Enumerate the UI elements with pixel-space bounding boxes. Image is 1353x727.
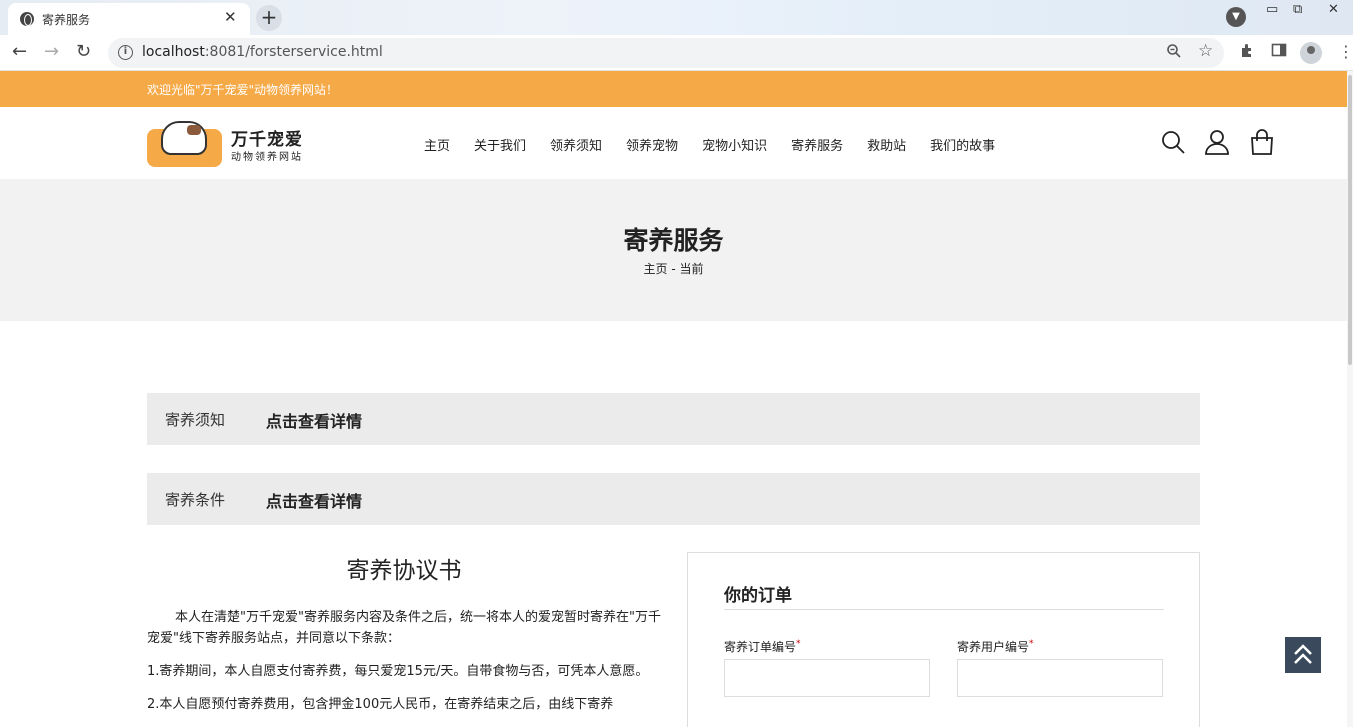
nav-about[interactable]: 关于我们	[474, 135, 526, 154]
back-icon[interactable]: ←	[12, 41, 27, 62]
site-logo[interactable]: 万千宠爱 动物领养网站	[147, 119, 319, 167]
foster-order-id-input[interactable]	[724, 659, 930, 697]
search-icon[interactable]	[1160, 129, 1186, 155]
back-to-top-button[interactable]	[1285, 637, 1321, 673]
nav-pet-tips[interactable]: 宠物小知识	[702, 135, 767, 154]
profile-avatar[interactable]	[1300, 42, 1322, 64]
main-nav: 主页 关于我们 领养须知 领养宠物 宠物小知识 寄养服务 救助站 我们的故事	[424, 135, 1019, 154]
order-form: 你的订单 寄养订单编号* 寄养用户编号*	[687, 552, 1200, 727]
nav-our-story[interactable]: 我们的故事	[930, 135, 995, 154]
nav-adopt-pets[interactable]: 领养宠物	[626, 135, 678, 154]
nav-foster-service[interactable]: 寄养服务	[791, 135, 843, 154]
nav-home[interactable]: 主页	[424, 135, 450, 154]
tab-search-icon[interactable]: ▼	[1226, 7, 1246, 27]
accordion-label: 寄养条件	[165, 491, 226, 509]
minimize-icon[interactable]: ▭	[1266, 2, 1278, 17]
side-panel-icon[interactable]	[1271, 42, 1287, 62]
shopping-bag-icon[interactable]	[1249, 129, 1275, 155]
accordion-foster-notice[interactable]: 寄养须知 点击查看详情	[147, 393, 1200, 445]
reload-icon[interactable]: ↻	[76, 41, 91, 62]
extensions-icon[interactable]	[1239, 42, 1255, 62]
breadcrumb-home[interactable]: 主页	[643, 262, 667, 276]
accordion-foster-conditions[interactable]: 寄养条件 点击查看详情	[147, 473, 1200, 525]
site-header: 万千宠爱 动物领养网站 主页 关于我们 领养须知 领养宠物 宠物小知识 寄养服务…	[0, 107, 1347, 179]
page-hero: 寄养服务 主页 - 当前	[0, 179, 1347, 321]
cat-logo-icon	[161, 121, 207, 155]
welcome-text: 欢迎光临"万千宠爱"动物领养网站！	[147, 83, 339, 97]
divider	[724, 609, 1164, 610]
page-title: 寄养服务	[623, 226, 724, 255]
foster-user-id-label: 寄养用户编号*	[957, 639, 1034, 654]
scrollbar-thumb[interactable]	[1348, 75, 1352, 365]
web-page: 欢迎光临"万千宠爱"动物领养网站！ 万千宠爱 动物领养网站 主页 关于我们 领养…	[0, 71, 1353, 727]
nav-rescue-station[interactable]: 救助站	[867, 135, 906, 154]
url-text[interactable]: localhost:8081/forsterservice.html	[142, 44, 383, 60]
accordion-label: 寄养须知	[165, 411, 226, 429]
logo-title: 万千宠爱	[231, 130, 303, 150]
breadcrumb-current: 当前	[679, 262, 704, 276]
agreement-paragraph: 2.本人自愿预付寄养费用，包含押金100元人民币，在寄养结束之后，由线下寄养	[147, 697, 614, 712]
breadcrumb: 主页 - 当前	[0, 260, 1347, 277]
welcome-bar: 欢迎光临"万千宠爱"动物领养网站！	[0, 71, 1347, 107]
browser-toolbar: ← → ↻ i localhost:8081/forsterservice.ht…	[0, 35, 1353, 71]
nav-adoption-notice[interactable]: 领养须知	[550, 135, 602, 154]
new-tab-button[interactable]: +	[256, 5, 282, 31]
window-close-icon[interactable]: ✕	[1328, 2, 1339, 17]
logo-subtitle: 动物领养网站	[231, 152, 303, 163]
close-tab-icon[interactable]: ✕	[224, 8, 237, 26]
user-icon[interactable]	[1204, 129, 1230, 155]
order-title: 你的订单	[724, 586, 792, 606]
foster-order-id-label: 寄养订单编号*	[724, 639, 801, 654]
agreement-title: 寄养协议书	[346, 558, 462, 584]
foster-agreement: 寄养协议书 本人在清楚"万千宠爱"寄养服务内容及条件之后，统一将本人的爱宠暂时寄…	[147, 551, 661, 727]
foster-user-id-input[interactable]	[957, 659, 1163, 697]
tab-title: 寄养服务	[42, 13, 91, 27]
breadcrumb-separator: -	[671, 262, 676, 276]
double-chevron-up-icon	[1294, 644, 1312, 664]
restore-icon[interactable]: ⧉	[1293, 2, 1302, 17]
agreement-paragraph: 1.寄养期间，本人自愿支付寄养费，每只爱宠15元/天。自带食物与否，可凭本人意愿…	[147, 664, 649, 679]
globe-icon	[20, 12, 34, 26]
address-bar[interactable]: i localhost:8081/forsterservice.html ☆	[108, 38, 1224, 68]
browser-tab-strip: 寄养服务 ✕ + ▼ ▭ ⧉ ✕	[0, 0, 1353, 35]
page-scrollbar[interactable]	[1347, 71, 1353, 727]
forward-icon[interactable]: →	[44, 41, 59, 62]
view-details-link[interactable]: 点击查看详情	[266, 408, 362, 432]
browser-tab[interactable]: 寄养服务 ✕	[8, 3, 250, 35]
info-icon[interactable]: i	[118, 45, 133, 60]
view-details-link[interactable]: 点击查看详情	[266, 488, 362, 512]
bookmark-star-icon[interactable]: ☆	[1198, 41, 1213, 61]
menu-kebab-icon[interactable]: ⋮	[1338, 42, 1353, 61]
agreement-paragraph: 本人在清楚"万千宠爱"寄养服务内容及条件之后，统一将本人的爱宠暂时寄养在"万千宠…	[147, 610, 661, 646]
zoom-icon[interactable]	[1166, 43, 1182, 63]
